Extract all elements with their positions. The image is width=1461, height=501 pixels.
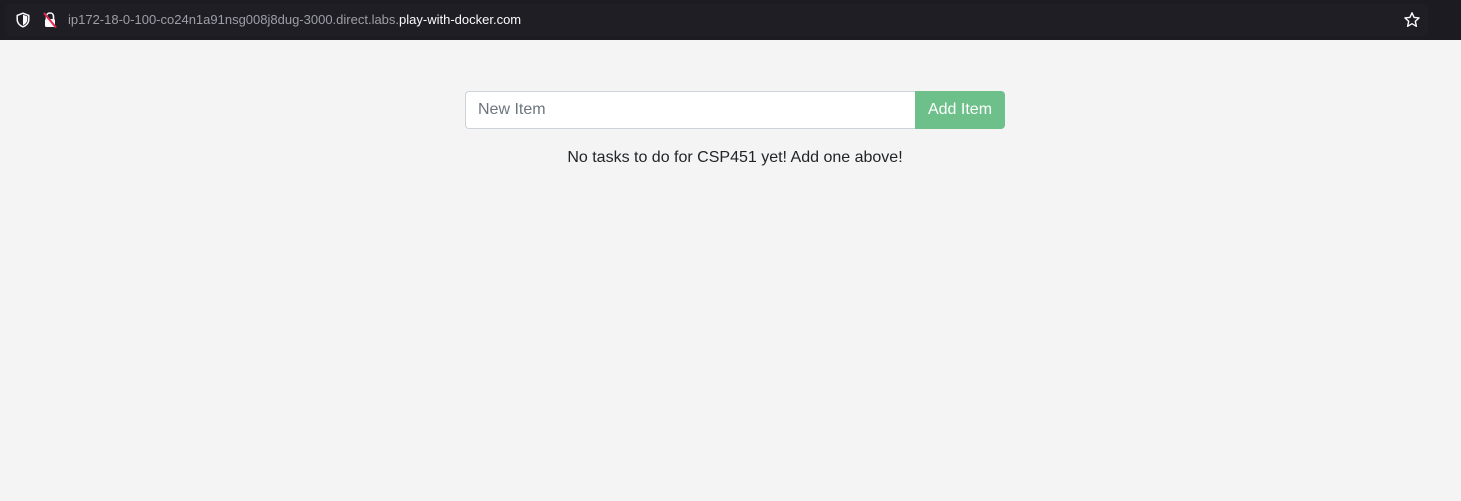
url-text[interactable]: ip172-18-0-100-co24n1a91nsg008j8dug-3000… [68,12,521,28]
add-item-button[interactable]: Add Item [915,91,1005,129]
add-item-form: Add Item [465,91,1005,129]
insecure-lock-icon[interactable] [42,11,58,29]
address-bar[interactable]: ip172-18-0-100-co24n1a91nsg008j8dug-3000… [6,4,1428,36]
url-domain: play-with-docker.com [399,12,522,27]
browser-toolbar: ip172-18-0-100-co24n1a91nsg008j8dug-3000… [0,0,1461,40]
url-subdomain: ip172-18-0-100-co24n1a91nsg008j8dug-3000… [68,12,400,27]
new-item-input[interactable] [465,91,916,129]
shield-icon[interactable] [15,12,31,28]
empty-list-message: No tasks to do for CSP451 yet! Add one a… [567,149,903,166]
page-content: Add Item No tasks to do for CSP451 yet! … [0,40,1461,501]
star-icon[interactable] [1403,11,1421,29]
